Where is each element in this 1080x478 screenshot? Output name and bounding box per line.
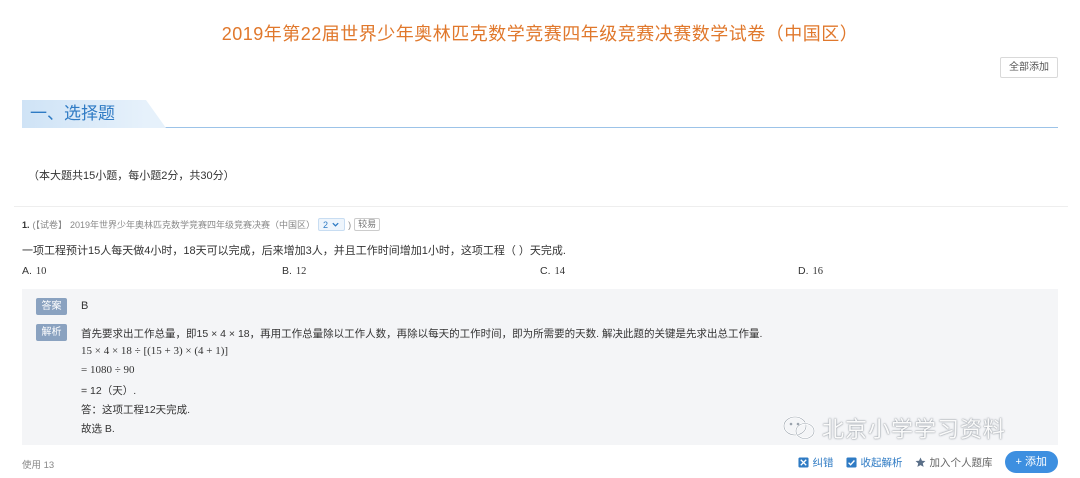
add-personal-label: 加入个人题库 — [929, 456, 993, 469]
add-all-button[interactable]: 全部添加 — [1000, 57, 1058, 78]
option-c: C. 14 — [540, 265, 565, 277]
watermark: 北京小学学习资料 — [782, 412, 1006, 444]
source-prefix: (【试卷】 — [32, 220, 68, 230]
difficulty-badge: 较易 — [354, 218, 381, 231]
analysis-line: = 12（天）. — [81, 385, 137, 397]
star-icon — [915, 457, 925, 467]
wechat-icon — [783, 416, 815, 440]
question-number: 1. — [22, 219, 30, 230]
option-value: 12 — [295, 266, 307, 277]
analysis-line: 答：这项工程12天完成. — [81, 404, 191, 416]
option-d: D. 16 — [798, 265, 823, 277]
add-to-personal-bank-button[interactable]: 加入个人题库 — [915, 455, 993, 470]
divider — [14, 206, 1068, 207]
option-letter: B. — [282, 265, 292, 277]
option-letter: C. — [540, 265, 551, 277]
collapse-label: 收起解析 — [860, 456, 903, 469]
analysis-line: 15 × 4 × 18 ÷ [(15 + 3) × (4 + 1)] — [81, 345, 229, 357]
paren-close: ) — [348, 219, 352, 230]
answer-value: B — [81, 300, 89, 312]
check-box-icon — [845, 456, 857, 468]
analysis-line: = 1080 ÷ 90 — [81, 364, 135, 376]
analysis-line: 故选 B. — [81, 423, 115, 435]
option-value: 14 — [554, 266, 566, 277]
question-meta: 1. (【试卷】 2019年世界少年奥林匹克数学竞赛四年级竞赛决赛（中国区） 2… — [22, 218, 381, 231]
collapse-analysis-button[interactable]: 收起解析 — [845, 455, 903, 470]
question-actions: 纠错 收起解析 加入个人题库 + 添加 — [797, 451, 1058, 473]
chevron-down-icon — [332, 222, 339, 227]
section-description: （本大题共15小题，每小题2分，共30分） — [28, 170, 235, 182]
add-label: + 添加 — [1015, 456, 1047, 468]
usage-count: 使用 13 — [22, 460, 55, 471]
option-letter: A. — [22, 265, 32, 277]
section-heading: 一、选择题 — [22, 100, 166, 128]
score-value: 2 — [323, 219, 329, 230]
score-dropdown[interactable]: 2 — [318, 218, 346, 231]
option-b: B. 12 — [282, 265, 306, 277]
report-error-button[interactable]: 纠错 — [797, 455, 834, 470]
analysis-tag: 解析 — [36, 324, 67, 341]
report-icon — [797, 456, 809, 468]
watermark-text: 北京小学学习资料 — [822, 417, 1007, 442]
option-a: A. 10 — [22, 265, 46, 277]
answer-tag: 答案 — [36, 298, 67, 315]
option-value: 10 — [35, 266, 47, 277]
option-letter: D. — [798, 265, 809, 277]
page-title: 2019年第22届世界少年奥林匹克数学竞赛四年级竞赛决赛数学试卷（中国区） — [221, 24, 859, 44]
source-link[interactable]: 2019年世界少年奥林匹克数学竞赛四年级竞赛决赛（中国区） — [70, 218, 315, 231]
question-text: 一项工程预计15人每天做4小时，18天可以完成，后来增加3人，并且工作时间增加1… — [22, 245, 566, 257]
report-label: 纠错 — [812, 456, 834, 469]
analysis-line: 首先要求出工作总量，即15 × 4 × 18，再用工作总量除以工作人数，再除以每… — [81, 328, 763, 340]
section-header: 一、选择题 — [22, 100, 1058, 128]
add-question-button[interactable]: + 添加 — [1004, 451, 1058, 473]
option-value: 16 — [812, 266, 824, 277]
